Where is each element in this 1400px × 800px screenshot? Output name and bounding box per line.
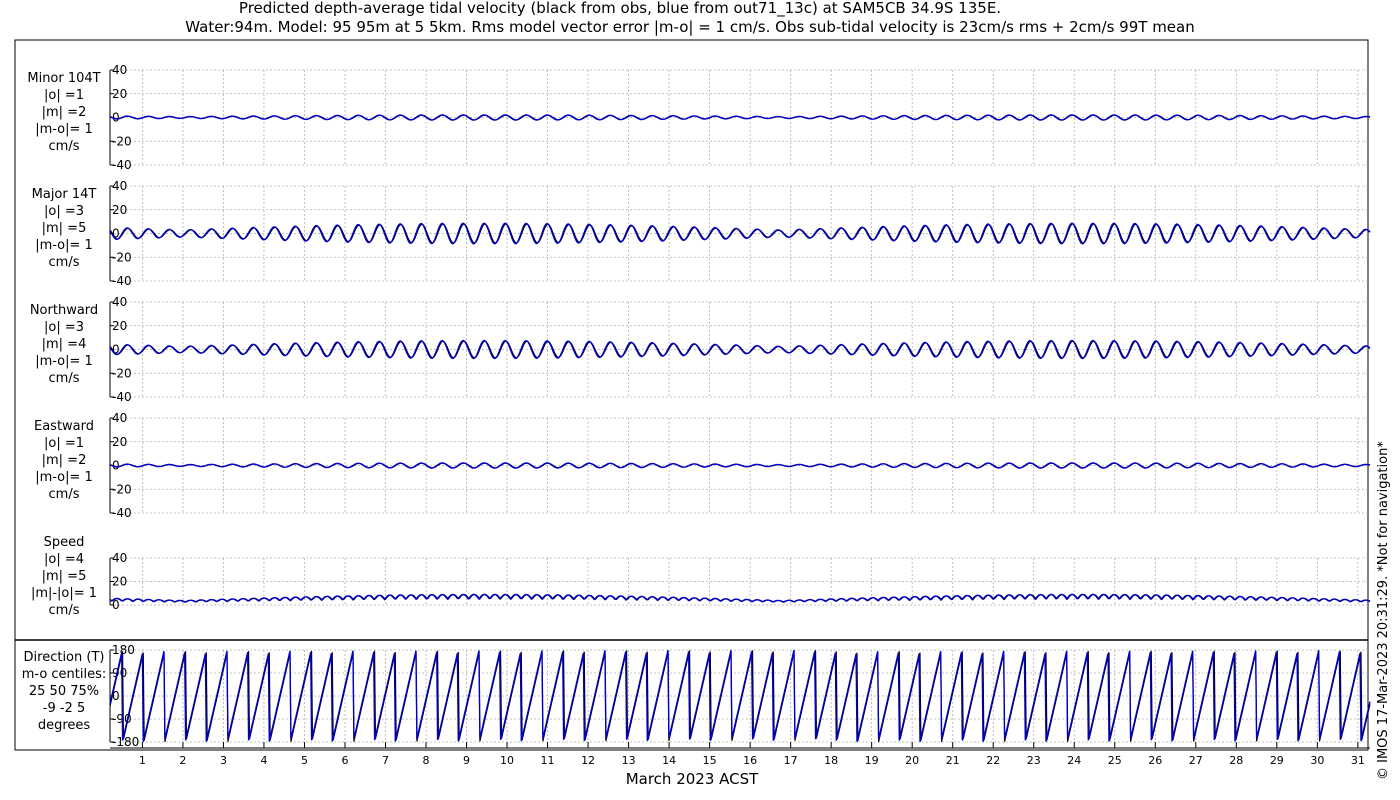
y-tick-label: 20 xyxy=(112,319,127,333)
panel-label-major: |m| =5 xyxy=(42,221,87,236)
y-tick-label: -20 xyxy=(112,134,132,148)
x-tick-label: 16 xyxy=(743,754,757,767)
y-tick-label: -40 xyxy=(112,274,132,288)
y-tick-label: 40 xyxy=(112,179,127,193)
panel-label-major: Major 14T xyxy=(32,187,97,202)
x-tick-label: 4 xyxy=(260,754,267,767)
panel-label-eastward: |o| =1 xyxy=(44,436,84,451)
y-tick-label: 20 xyxy=(112,575,127,589)
y-tick-label: -40 xyxy=(112,506,132,520)
x-tick-label: 8 xyxy=(423,754,430,767)
x-tick-label: 12 xyxy=(581,754,595,767)
panel-label-minor: |m| =2 xyxy=(42,105,87,120)
panel-label-direction: degrees xyxy=(38,718,91,733)
panel-label-northward: Northward xyxy=(30,303,98,318)
x-tick-label: 2 xyxy=(179,754,186,767)
y-tick-label: -180 xyxy=(112,735,139,749)
x-tick-label: 30 xyxy=(1310,754,1324,767)
panel-label-direction: m-o centiles: xyxy=(22,667,107,682)
x-tick-label: 27 xyxy=(1189,754,1203,767)
series-line-speed-model xyxy=(109,593,1371,603)
x-tick-label: 5 xyxy=(301,754,308,767)
series-line-minor-model xyxy=(109,114,1371,121)
y-tick-label: -20 xyxy=(112,366,132,380)
panel-label-minor: Minor 104T xyxy=(27,71,100,86)
y-tick-label: 20 xyxy=(112,203,127,217)
y-tick-label: 20 xyxy=(112,435,127,449)
panel-label-speed: cm/s xyxy=(49,603,80,618)
chart-title-line2: Water:94m. Model: 95 95m at 5 5km. Rms m… xyxy=(185,18,1194,36)
x-tick-label: 28 xyxy=(1229,754,1243,767)
panel-label-major: |o| =3 xyxy=(44,204,84,219)
chart-title-line1: Predicted depth-average tidal velocity (… xyxy=(239,0,1001,18)
panel-label-minor: cm/s xyxy=(49,139,80,154)
panel-label-speed: |m| =5 xyxy=(42,569,87,584)
y-tick-label: 90 xyxy=(112,666,127,680)
panel-label-minor: |m-o|= 1 xyxy=(35,122,93,137)
x-tick-label: 11 xyxy=(541,754,555,767)
panel-label-northward: |m| =4 xyxy=(42,337,87,352)
panel-label-eastward: Eastward xyxy=(34,419,94,434)
x-tick-label: 24 xyxy=(1067,754,1081,767)
y-tick-label: -20 xyxy=(112,482,132,496)
x-tick-label: 13 xyxy=(622,754,636,767)
x-tick-label: 17 xyxy=(784,754,798,767)
panel-label-eastward: cm/s xyxy=(49,487,80,502)
y-tick-label: -40 xyxy=(112,158,132,172)
x-tick-label: 9 xyxy=(463,754,470,767)
x-tick-label: 15 xyxy=(703,754,717,767)
y-tick-label: 40 xyxy=(112,63,127,77)
copyright-note: © IMOS 17-Mar-2023 20:31:29. *Not for na… xyxy=(1376,441,1391,780)
panels-group: 40200-20-40Minor 104T|o| =1|m| =2|m-o|= … xyxy=(15,63,1371,767)
x-axis-label: March 2023 ACST xyxy=(626,770,759,788)
x-tick-label: 26 xyxy=(1148,754,1162,767)
x-tick-label: 23 xyxy=(1027,754,1041,767)
panel-label-northward: cm/s xyxy=(49,371,80,386)
x-tick-label: 6 xyxy=(341,754,348,767)
x-tick-label: 10 xyxy=(500,754,514,767)
x-tick-label: 1 xyxy=(139,754,146,767)
x-tick-label: 29 xyxy=(1270,754,1284,767)
panel-label-direction: 25 50 75% xyxy=(29,684,99,699)
x-tick-label: 21 xyxy=(946,754,960,767)
panel-label-eastward: |m| =2 xyxy=(42,453,87,468)
x-tick-label: 14 xyxy=(662,754,676,767)
panel-label-northward: |o| =3 xyxy=(44,320,84,335)
y-tick-label: 20 xyxy=(112,87,127,101)
x-tick-label: 22 xyxy=(986,754,1000,767)
panel-label-major: cm/s xyxy=(49,255,80,270)
panel-label-major: |m-o|= 1 xyxy=(35,238,93,253)
x-tick-label: 20 xyxy=(905,754,919,767)
series-line-eastward-model xyxy=(109,462,1371,469)
x-tick-label: 3 xyxy=(220,754,227,767)
panel-label-speed: Speed xyxy=(44,535,85,550)
plot-frame xyxy=(14,39,1369,751)
panel-label-speed: |m|-|o|= 1 xyxy=(31,586,97,601)
y-tick-label: 40 xyxy=(112,295,127,309)
y-tick-label: -20 xyxy=(112,250,132,264)
x-tick-label: 25 xyxy=(1108,754,1122,767)
y-tick-label: 40 xyxy=(112,411,127,425)
y-tick-label: 40 xyxy=(112,551,127,565)
panel-label-minor: |o| =1 xyxy=(44,88,84,103)
x-tick-label: 19 xyxy=(865,754,879,767)
x-tick-label: 18 xyxy=(824,754,838,767)
panel-label-eastward: |m-o|= 1 xyxy=(35,470,93,485)
panel-label-direction: -9 -2 5 xyxy=(43,701,85,716)
y-tick-label: -40 xyxy=(112,390,132,404)
panel-label-northward: |m-o|= 1 xyxy=(35,354,93,369)
x-tick-label: 7 xyxy=(382,754,389,767)
panel-label-speed: |o| =4 xyxy=(44,552,84,567)
panel-label-direction: Direction (T) xyxy=(24,650,105,665)
y-tick-label: 180 xyxy=(112,643,135,657)
x-tick-label: 31 xyxy=(1351,754,1365,767)
tidal-velocity-chart: Predicted depth-average tidal velocity (… xyxy=(14,0,1391,788)
